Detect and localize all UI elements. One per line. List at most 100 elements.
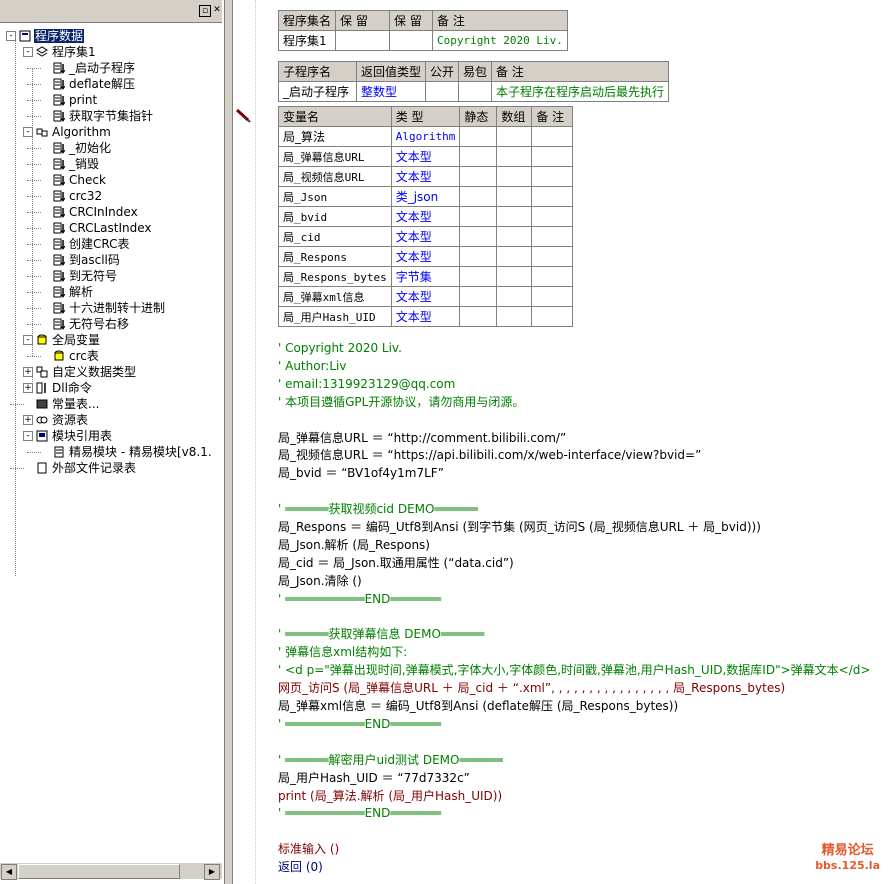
variable-static-cell[interactable] <box>459 146 498 167</box>
tree-item[interactable]: CRCInIndex <box>53 204 139 220</box>
tree-item[interactable]: 程序数据 <box>19 28 85 44</box>
code-line[interactable]: ' Author:Liv <box>278 358 346 375</box>
variable-type-cell[interactable]: 文本型 <box>390 166 461 187</box>
assembly-reserved2-cell[interactable] <box>389 30 434 51</box>
variable-static-cell[interactable] <box>459 266 498 287</box>
tree-item[interactable]: 资源表 <box>36 412 89 428</box>
variable-row[interactable]: 局_Respons 文本型 <box>278 246 574 267</box>
code-line[interactable]: 标准输入 () <box>278 841 339 858</box>
code-line[interactable]: ' ═══════════END═══════ <box>278 716 441 733</box>
tree-item[interactable]: 到ascll码 <box>53 252 121 268</box>
sub-public-cell[interactable] <box>425 81 460 102</box>
code-line[interactable]: 返回 (0) <box>278 859 323 876</box>
tree-item[interactable]: 十六进制转十进制 <box>53 300 166 316</box>
code-line[interactable]: ' <d p="弹幕出现时间,弹幕模式,字体大小,字体颜色,时间戳,弹幕池,用户… <box>278 662 870 679</box>
assembly-reserved1-cell[interactable] <box>335 30 391 51</box>
variable-static-cell[interactable] <box>459 186 498 207</box>
variable-name-cell[interactable]: 局_bvid <box>278 206 392 227</box>
tree-item[interactable]: 无符号右移 <box>53 316 130 332</box>
variable-remark-cell[interactable] <box>531 226 574 247</box>
variable-type-cell[interactable]: 文本型 <box>390 226 461 247</box>
tree-item[interactable]: 程序集1 <box>36 44 97 60</box>
variable-array-cell[interactable] <box>496 126 533 147</box>
tree-item[interactable]: 到无符号 <box>53 268 118 284</box>
code-line[interactable]: ' ══════解密用户uid测试 DEMO══════ <box>278 752 503 769</box>
variable-array-cell[interactable] <box>496 166 533 187</box>
variable-remark-cell[interactable] <box>531 166 574 187</box>
variable-row[interactable]: 局_弹幕xml信息 文本型 <box>278 286 574 307</box>
code-line[interactable]: 局_cid ＝ 局_Json.取通用属性 (“data.cid”) <box>278 555 514 572</box>
tree-item[interactable]: 模块引用表 <box>36 428 113 444</box>
code-line[interactable]: 局_bvid ＝ “BV1of4y1m7LF” <box>278 465 444 482</box>
code-line[interactable]: 局_弹幕信息URL ＝ “http://comment.bilibili.com… <box>278 430 566 447</box>
variable-static-cell[interactable] <box>459 306 498 327</box>
variable-array-cell[interactable] <box>496 286 533 307</box>
tree-item[interactable]: Check <box>53 172 107 188</box>
variable-static-cell[interactable] <box>459 226 498 247</box>
variable-name-cell[interactable]: 局_视频信息URL <box>278 166 392 187</box>
code-line[interactable]: ' 本项目遵循GPL开源协议，请勿商用与闭源。 <box>278 394 524 411</box>
variable-remark-cell[interactable] <box>531 146 574 167</box>
variable-remark-cell[interactable] <box>531 206 574 227</box>
tree-item[interactable]: Dll命令 <box>36 380 93 396</box>
variable-name-cell[interactable]: 局_用户Hash_UID <box>278 306 392 327</box>
variable-row[interactable]: 局_Json 类_json <box>278 186 574 207</box>
restore-icon[interactable]: ▫ <box>199 5 211 17</box>
tree-item[interactable]: crc32 <box>53 188 103 204</box>
code-line[interactable]: 局_Json.解析 (局_Respons) <box>278 537 430 554</box>
variable-name-cell[interactable]: 局_弹幕信息URL <box>278 146 392 167</box>
code-line[interactable]: print (局_算法.解析 (局_用户Hash_UID)) <box>278 788 502 805</box>
tree-item[interactable]: 自定义数据类型 <box>36 364 137 380</box>
expand-icon[interactable]: + <box>23 415 33 425</box>
variable-remark-cell[interactable] <box>531 266 574 287</box>
variable-array-cell[interactable] <box>496 266 533 287</box>
variable-row[interactable]: 局_bvid 文本型 <box>278 206 574 227</box>
variable-remark-cell[interactable] <box>531 306 574 327</box>
tree-item[interactable]: 外部文件记录表 <box>36 460 137 476</box>
assembly-remark-cell[interactable]: Copyright 2020 Liv. <box>432 30 568 51</box>
tree-item[interactable]: 常量表... <box>36 396 100 412</box>
variable-name-cell[interactable]: 局_Json <box>278 186 392 207</box>
tree-item[interactable]: deflate解压 <box>53 76 136 92</box>
variable-remark-cell[interactable] <box>531 126 574 147</box>
scroll-right-icon[interactable]: ▶ <box>204 864 220 880</box>
variable-array-cell[interactable] <box>496 186 533 207</box>
scroll-left-icon[interactable]: ◀ <box>1 864 17 880</box>
collapse-icon[interactable]: - <box>23 431 33 441</box>
code-line[interactable]: ' ═══════════END═══════ <box>278 805 441 822</box>
variable-row[interactable]: 局_用户Hash_UID 文本型 <box>278 306 574 327</box>
assembly-name-cell[interactable]: 程序集1 <box>277 30 337 51</box>
variable-array-cell[interactable] <box>496 306 533 327</box>
variable-remark-cell[interactable] <box>531 286 574 307</box>
panel-splitter[interactable] <box>225 0 233 884</box>
close-icon[interactable]: ✕ <box>212 5 222 15</box>
variable-row[interactable]: 局_视频信息URL 文本型 <box>278 166 574 187</box>
variable-name-cell[interactable]: 局_算法 <box>278 126 392 147</box>
sub-easypkg-cell[interactable] <box>458 81 493 102</box>
variable-type-cell[interactable]: Algorithm <box>390 126 461 147</box>
code-editor[interactable]: 程序集名 保 留 保 留 备 注 程序集1 Copyright 2020 Liv… <box>255 0 894 884</box>
variable-name-cell[interactable]: 局_Respons_bytes <box>278 266 392 287</box>
variable-row[interactable]: 局_弹幕信息URL 文本型 <box>278 146 574 167</box>
variable-remark-cell[interactable] <box>531 246 574 267</box>
variable-row[interactable]: 局_Respons_bytes 字节集 <box>278 266 574 287</box>
scroll-thumb[interactable] <box>18 864 180 879</box>
variable-row[interactable]: 局_cid 文本型 <box>278 226 574 247</box>
sub-name-cell[interactable]: _启动子程序 <box>278 81 357 102</box>
code-line[interactable]: 网页_访问S (局_弹幕信息URL ＋ 局_cid ＋ “.xml”, , , … <box>278 680 785 697</box>
tree-item[interactable]: 解析 <box>53 284 94 300</box>
variable-name-cell[interactable]: 局_Respons <box>278 246 392 267</box>
variable-static-cell[interactable] <box>459 166 498 187</box>
variable-array-cell[interactable] <box>496 226 533 247</box>
code-line[interactable]: ' ══════获取视频cid DEMO══════ <box>278 501 478 518</box>
variable-name-cell[interactable]: 局_cid <box>278 226 392 247</box>
variable-name-cell[interactable]: 局_弹幕xml信息 <box>278 286 392 307</box>
tree-item[interactable]: 获取字节集指针 <box>53 108 154 124</box>
code-line[interactable]: 局_用户Hash_UID ＝ “77d7332c” <box>278 770 470 787</box>
code-line[interactable]: ' Copyright 2020 Liv. <box>278 340 402 357</box>
code-line[interactable]: ' email:1319923129@qq.com <box>278 376 455 393</box>
tree-item[interactable]: _启动子程序 <box>53 60 136 76</box>
tree-horizontal-scrollbar[interactable]: ◀ ▶ <box>0 862 222 880</box>
tree-item[interactable]: 全局变量 <box>36 332 101 348</box>
variable-array-cell[interactable] <box>496 246 533 267</box>
